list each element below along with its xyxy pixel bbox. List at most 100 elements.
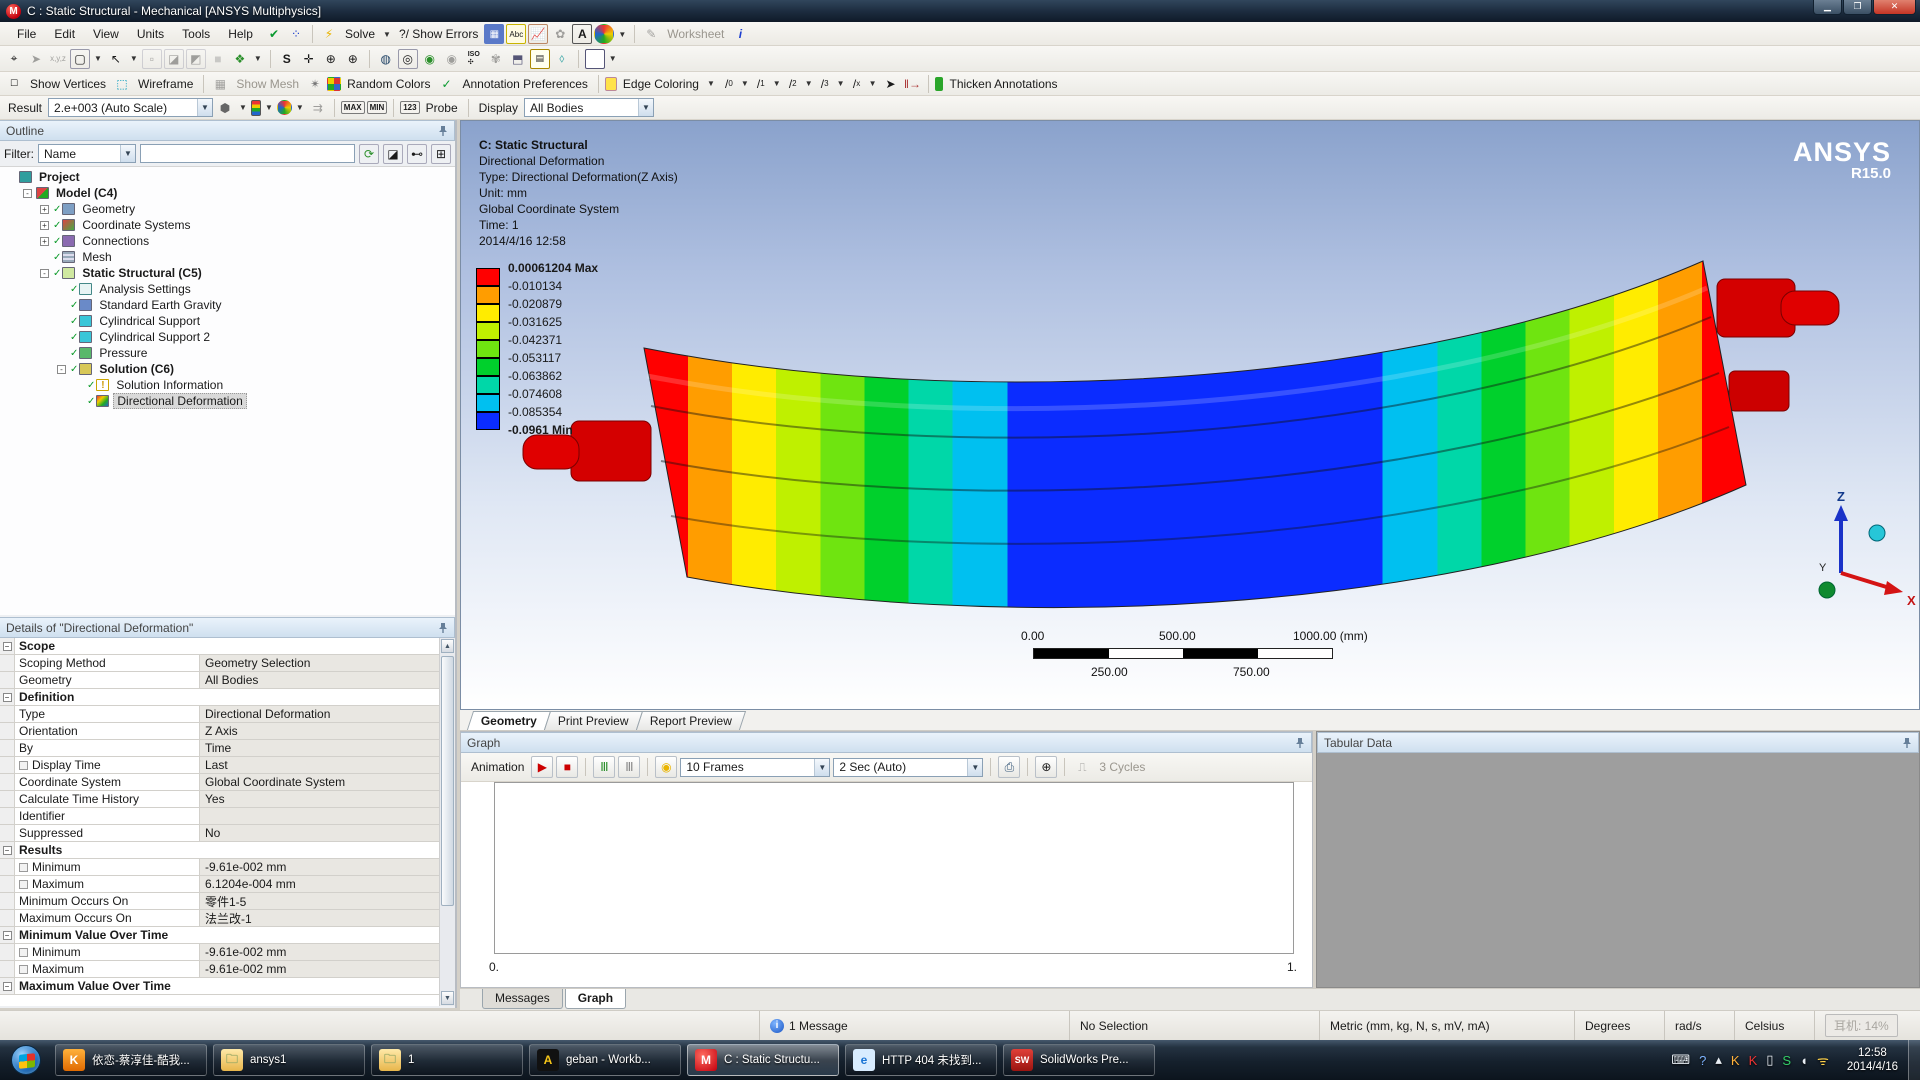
edge-select-icon[interactable]: ◪ — [164, 49, 184, 69]
section-collapse-icon[interactable]: − — [3, 693, 12, 702]
worksheet-button[interactable]: Worksheet — [663, 27, 728, 41]
result-scale-dropdown-icon[interactable]: ▼ — [197, 99, 212, 116]
menu-view[interactable]: View — [84, 24, 128, 44]
tree-item-project[interactable]: Project — [0, 169, 455, 185]
annotation-preferences-button[interactable]: Annotation Preferences — [458, 77, 591, 91]
seconds-combo[interactable]: 2 Sec (Auto) ▼ — [833, 758, 983, 777]
menu-edit[interactable]: Edit — [45, 24, 84, 44]
pointer-pin-icon[interactable]: ➤ — [880, 74, 900, 94]
tree-expander-icon[interactable]: + — [40, 205, 49, 214]
scroll-down-icon[interactable]: ▼ — [441, 991, 454, 1005]
edge-direction-1-icon[interactable]: /1 — [751, 74, 771, 94]
close-button[interactable]: ✕ — [1873, 0, 1916, 15]
taskbar-button-folder[interactable]: 🗀ansys1 — [213, 1044, 365, 1076]
tabular-pin-icon[interactable] — [1902, 737, 1912, 748]
details-value[interactable]: Yes — [200, 791, 455, 807]
iso-view-icon[interactable]: ISO✣ — [464, 49, 484, 69]
geometry-display-icon[interactable]: ⬢ — [215, 98, 235, 118]
outline-pin-icon[interactable] — [438, 125, 448, 136]
zoom-in-icon[interactable]: ⊕ — [343, 49, 363, 69]
details-value[interactable]: 零件1-5 — [200, 893, 455, 909]
thicken-annotations-button[interactable]: Thicken Annotations — [945, 77, 1061, 91]
maximize-button[interactable]: ❐ — [1843, 0, 1872, 15]
checkbox-icon[interactable] — [19, 761, 28, 770]
tree-expander-icon[interactable]: - — [40, 269, 49, 278]
status-temperature[interactable]: Celsius — [1735, 1011, 1815, 1040]
tray-help-icon[interactable]: ? — [1699, 1053, 1706, 1068]
ruler-icon[interactable]: ▤ — [530, 49, 550, 69]
details-value[interactable]: -9.61e-002 mm — [200, 859, 455, 875]
graph-pin-icon[interactable] — [1295, 737, 1305, 748]
update-bulb-icon[interactable]: ◉ — [655, 756, 677, 778]
tree-item-mesh[interactable]: ✓Mesh — [0, 249, 455, 265]
look-at-icon[interactable]: ✾ — [486, 49, 506, 69]
tree-item-standard-earth-gravity[interactable]: ✓Standard Earth Gravity — [0, 297, 455, 313]
scroll-thumb[interactable] — [441, 656, 454, 906]
checkbox-icon[interactable] — [19, 965, 28, 974]
explode-icon[interactable]: ✴ — [305, 74, 325, 94]
taskbar-button-workbench[interactable]: Ageban - Workb... — [529, 1044, 681, 1076]
details-value[interactable]: Time — [200, 740, 455, 756]
tree-item-directional-deformation[interactable]: ✓Directional Deformation — [0, 393, 455, 409]
section-collapse-icon[interactable]: − — [3, 931, 12, 940]
tray-volume-icon[interactable]: ◖ — [1800, 1053, 1808, 1068]
body-select-icon[interactable]: ■ — [208, 49, 228, 69]
details-value[interactable]: Geometry Selection — [200, 655, 455, 671]
filter-combo[interactable]: Name ▼ — [38, 144, 136, 163]
details-value[interactable]: All Bodies — [200, 672, 455, 688]
chart-icon[interactable]: 📈 — [528, 24, 548, 44]
section-collapse-icon[interactable]: − — [3, 642, 12, 651]
details-value[interactable]: Directional Deformation — [200, 706, 455, 722]
bottom-tab-messages[interactable]: Messages — [482, 989, 563, 1009]
new-chart-icon[interactable]: ▦ — [484, 24, 504, 44]
minimize-button[interactable]: ▁ — [1813, 0, 1842, 15]
tray-kaspersky-icon[interactable]: K — [1749, 1053, 1758, 1068]
view-tab-report-preview[interactable]: Report Preview — [636, 711, 746, 730]
details-value[interactable]: Z Axis — [200, 723, 455, 739]
stop-button[interactable]: ■ — [556, 756, 578, 778]
zoom-time-icon[interactable]: ⊕ — [1035, 756, 1057, 778]
show-errors-button[interactable]: ?/ Show Errors — [395, 27, 482, 41]
section-collapse-icon[interactable]: − — [3, 982, 12, 991]
details-value[interactable]: 法兰改-1 — [200, 910, 455, 926]
taskbar-button-ie[interactable]: eHTTP 404 未找到... — [845, 1044, 997, 1076]
distributed-frames-icon[interactable]: Ⅲ — [593, 756, 615, 778]
random-colors-button[interactable]: Random Colors — [343, 77, 434, 91]
timeline-plot[interactable] — [494, 782, 1294, 954]
tree-expander-icon[interactable]: + — [40, 221, 49, 230]
taskbar-button-folder[interactable]: 🗀1 — [371, 1044, 523, 1076]
status-units[interactable]: Metric (mm, kg, N, s, mV, mA) — [1320, 1011, 1575, 1040]
image-icon[interactable] — [594, 24, 614, 44]
tray-up-arrow-icon[interactable]: ▴ — [1715, 1052, 1722, 1068]
tree-expander-icon[interactable]: + — [40, 237, 49, 246]
tree-expander-icon[interactable]: - — [23, 189, 32, 198]
wireframe-button[interactable]: Wireframe — [134, 77, 197, 91]
result-scale-combo[interactable]: 2.e+003 (Auto Scale) ▼ — [48, 98, 213, 117]
tray-kuwo-tray-icon[interactable]: K — [1731, 1053, 1740, 1068]
menu-tools[interactable]: Tools — [173, 24, 219, 44]
edge-direction-3-icon[interactable]: /3 — [815, 74, 835, 94]
tree-item-analysis-settings[interactable]: ✓Analysis Settings — [0, 281, 455, 297]
taskbar-clock[interactable]: 12:58 2014/4/16 — [1837, 1046, 1908, 1074]
tree-item-pressure[interactable]: ✓Pressure — [0, 345, 455, 361]
tray-clipboard-icon[interactable]: ▯ — [1766, 1052, 1773, 1068]
export-video-icon[interactable]: ⎙ — [998, 756, 1020, 778]
show-mesh-button[interactable]: Show Mesh — [232, 77, 303, 91]
expand-all-icon[interactable]: ⊞ — [431, 144, 451, 164]
max-annotation-button[interactable]: MAX — [341, 101, 365, 114]
solve-button[interactable]: Solve — [341, 27, 379, 41]
zoom-box-icon[interactable]: ◍ — [376, 49, 396, 69]
label-select-icon[interactable]: ⌖ — [4, 49, 24, 69]
details-scrollbar[interactable]: ▲ ▼ — [439, 638, 455, 1006]
tree-item-solution-information[interactable]: ✓!Solution Information — [0, 377, 455, 393]
comment-icon[interactable]: Abc — [506, 24, 526, 44]
titlebar[interactable]: M C : Static Structural - Mechanical [AN… — [0, 0, 1920, 22]
filter-flat-icon[interactable]: ⊷ — [407, 144, 427, 164]
frames-dropdown-icon[interactable]: ▼ — [814, 759, 829, 776]
image-dropdown-icon[interactable]: ▼ — [616, 30, 628, 39]
view-tab-geometry[interactable]: Geometry — [467, 711, 551, 730]
select-mode-icon[interactable]: ▢ — [70, 49, 90, 69]
details-value[interactable]: -9.61e-002 mm — [200, 961, 455, 977]
checkbox-icon[interactable] — [19, 948, 28, 957]
result-sets-icon[interactable]: Ⅲ — [618, 756, 640, 778]
